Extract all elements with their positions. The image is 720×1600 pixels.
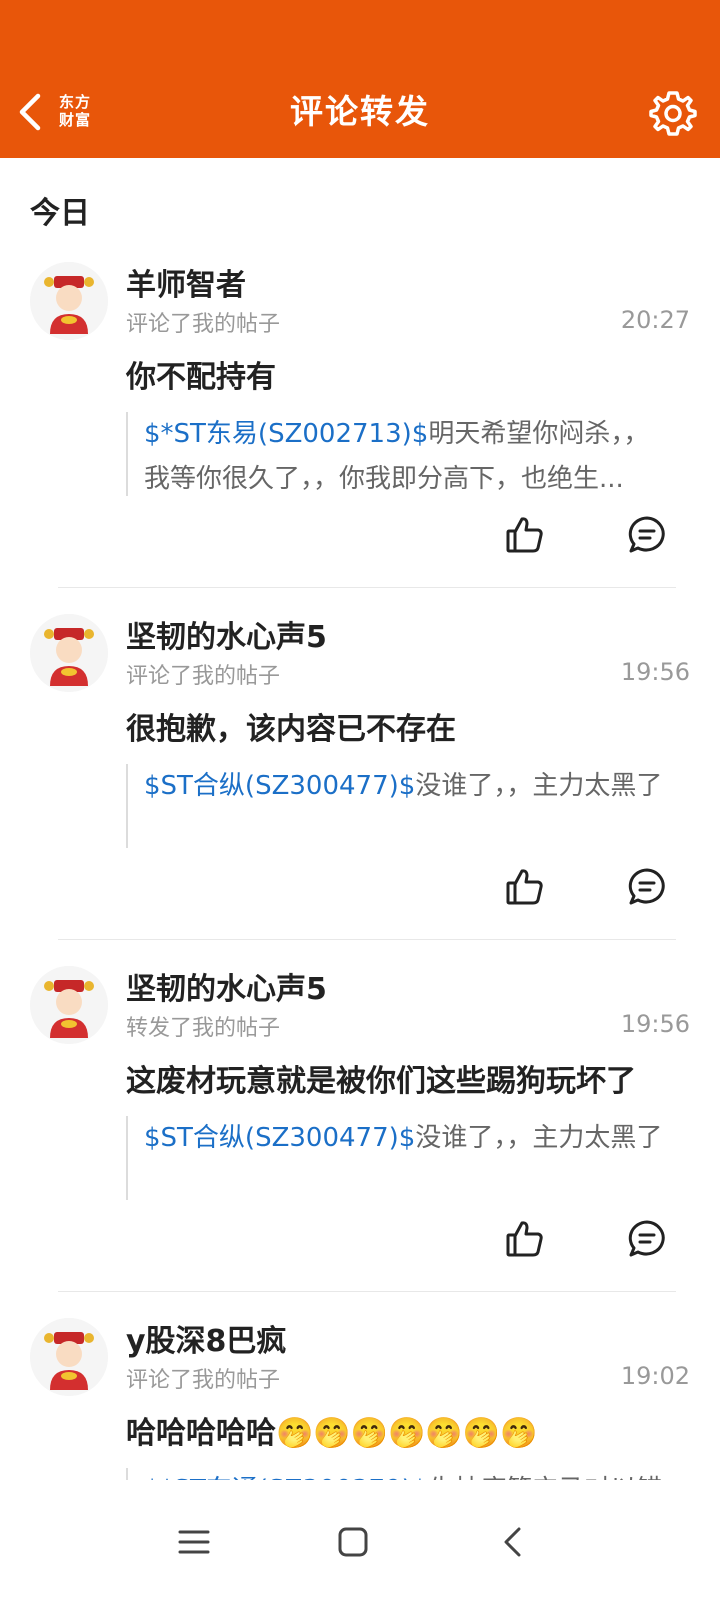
- stock-link[interactable]: $ST合纵(SZ300477)$: [144, 1123, 415, 1153]
- system-back-button[interactable]: [482, 1512, 542, 1572]
- reply-button[interactable]: [626, 1218, 668, 1260]
- timestamp: 19:56: [620, 658, 690, 686]
- list-item[interactable]: 坚韧的水心声5 转发了我的帖子 19:56 这废材玩意就是被你们这些踢狗玩坏了 …: [0, 954, 720, 1306]
- like-button[interactable]: [504, 514, 546, 556]
- home-button[interactable]: [323, 1512, 383, 1572]
- avatar[interactable]: [30, 1318, 108, 1396]
- avatar[interactable]: [30, 614, 108, 692]
- fortune-god-avatar-icon: [30, 1318, 108, 1396]
- fortune-god-avatar-icon: [30, 262, 108, 340]
- comment-text[interactable]: 很抱歉，该内容已不存在: [126, 704, 456, 748]
- action-text: 评论了我的帖子: [126, 312, 281, 337]
- recent-apps-button[interactable]: [164, 1512, 224, 1572]
- thumbs-up-icon: [506, 1221, 543, 1257]
- divider: [58, 1291, 676, 1292]
- fortune-god-avatar-icon: [30, 614, 108, 692]
- comment-text[interactable]: 哈哈哈哈哈🤭🤭🤭🤭🤭🤭🤭: [126, 1408, 537, 1452]
- settings-button[interactable]: [648, 88, 698, 138]
- gear-icon: [649, 91, 697, 136]
- fortune-god-avatar-icon: [30, 966, 108, 1044]
- reply-button[interactable]: [626, 866, 668, 908]
- thumbs-up-icon: [506, 869, 543, 905]
- username[interactable]: y股深8巴疯: [126, 1316, 286, 1360]
- username[interactable]: 坚韧的水心声5: [126, 612, 327, 656]
- stock-link[interactable]: $*ST东易(SZ002713)$: [144, 419, 428, 449]
- section-title-today: 今日: [30, 196, 90, 231]
- action-text: 评论了我的帖子: [126, 1368, 281, 1393]
- page-title: 评论转发: [290, 92, 430, 131]
- comment-icon: [628, 868, 665, 905]
- avatar[interactable]: [30, 966, 108, 1044]
- comment-icon: [628, 516, 665, 553]
- like-button[interactable]: [504, 1218, 546, 1260]
- reply-button[interactable]: [626, 514, 668, 556]
- username[interactable]: 坚韧的水心声5: [126, 964, 327, 1008]
- action-text: 评论了我的帖子: [126, 664, 281, 689]
- stock-link[interactable]: $ST合纵(SZ300477)$: [144, 771, 415, 801]
- quoted-post[interactable]: $ST合纵(SZ300477)$没谁了，，主力太黑了: [126, 1116, 674, 1200]
- top-bar: 东方 财富 评论转发: [0, 0, 720, 158]
- comment-text[interactable]: 这废材玩意就是被你们这些踢狗玩坏了: [126, 1056, 636, 1100]
- like-button[interactable]: [504, 866, 546, 908]
- quoted-post[interactable]: $ST合纵(SZ300477)$没谁了，，主力太黑了: [126, 764, 674, 848]
- thumbs-up-icon: [506, 517, 543, 553]
- menu-icon: [178, 1530, 210, 1554]
- timestamp: 19:56: [620, 1010, 690, 1038]
- comment-icon: [628, 1220, 665, 1257]
- quoted-post-text: 没谁了，，主力太黑了: [415, 771, 663, 801]
- avatar[interactable]: [30, 262, 108, 340]
- list-item[interactable]: y股深8巴疯 评论了我的帖子 19:02 哈哈哈哈哈🤭🤭🤭🤭🤭🤭🤭 $*ST东通…: [0, 1306, 720, 1500]
- timestamp: 20:27: [620, 306, 690, 334]
- list-item[interactable]: 坚韧的水心声5 评论了我的帖子 19:56 很抱歉，该内容已不存在 $ST合纵(…: [0, 602, 720, 954]
- timestamp: 19:02: [620, 1362, 690, 1390]
- list-item[interactable]: 羊师智者 评论了我的帖子 20:27 你不配持有 $*ST东易(SZ002713…: [0, 250, 720, 602]
- chevron-left-icon: [504, 1527, 521, 1557]
- notification-list[interactable]: 羊师智者 评论了我的帖子 20:27 你不配持有 $*ST东易(SZ002713…: [0, 250, 720, 1500]
- quoted-post-text: 没谁了，，主力太黑了: [415, 1123, 663, 1153]
- comment-text[interactable]: 你不配持有: [126, 352, 276, 396]
- divider: [58, 587, 676, 588]
- quoted-post[interactable]: $*ST东易(SZ002713)$明天希望你闷杀，，我等你很久了，，你我即分高下…: [126, 412, 674, 496]
- system-navigation-bar: [0, 1480, 720, 1600]
- square-icon: [338, 1527, 368, 1557]
- divider: [58, 939, 676, 940]
- action-text: 转发了我的帖子: [126, 1016, 281, 1041]
- username[interactable]: 羊师智者: [126, 260, 246, 304]
